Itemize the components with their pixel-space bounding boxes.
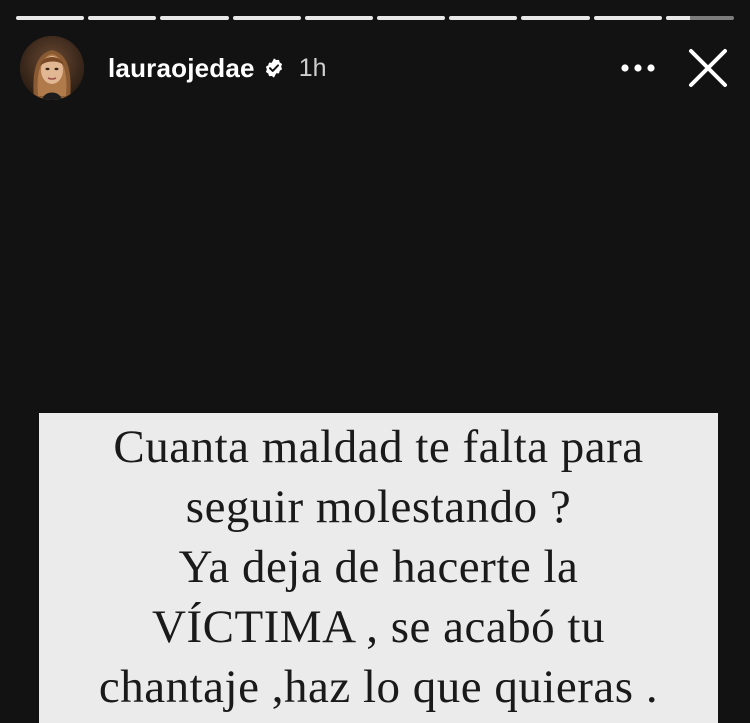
username[interactable]: lauraojedae (108, 53, 255, 84)
more-options-button[interactable] (616, 46, 660, 90)
progress-segment (88, 16, 157, 20)
close-icon (689, 49, 727, 87)
progress-segment (377, 16, 446, 20)
progress-segment (449, 16, 518, 20)
story-text-line: VÍCTIMA , se acabó tu (152, 601, 605, 653)
story-text-line: Ya deja de hacerte la (178, 541, 579, 593)
story-progress-bar (16, 16, 735, 20)
progress-segment (665, 16, 735, 20)
story-text-line: Cuanta maldad te falta para (113, 421, 644, 473)
verified-badge-icon (263, 57, 285, 79)
more-horizontal-icon (621, 64, 655, 72)
progress-segment (16, 16, 85, 20)
post-time: 1h (298, 53, 327, 82)
story-text-line: seguir molestando ? (185, 481, 572, 533)
progress-segment (232, 16, 301, 20)
progress-segment (521, 16, 590, 20)
close-button[interactable] (686, 46, 730, 90)
progress-segment (160, 16, 229, 20)
story-text: Cuanta maldad te falta para seguir moles… (39, 413, 718, 717)
story-text-card: Cuanta maldad te falta para seguir moles… (39, 413, 718, 723)
avatar[interactable] (20, 36, 84, 100)
story-viewer[interactable]: lauraojedae 1h Cuanta maldad te falta pa… (0, 0, 750, 723)
story-header: lauraojedae 1h (20, 36, 730, 100)
story-text-line: chantaje ,haz lo que quieras . (98, 661, 659, 713)
progress-segment (304, 16, 374, 20)
progress-segment (593, 16, 662, 20)
